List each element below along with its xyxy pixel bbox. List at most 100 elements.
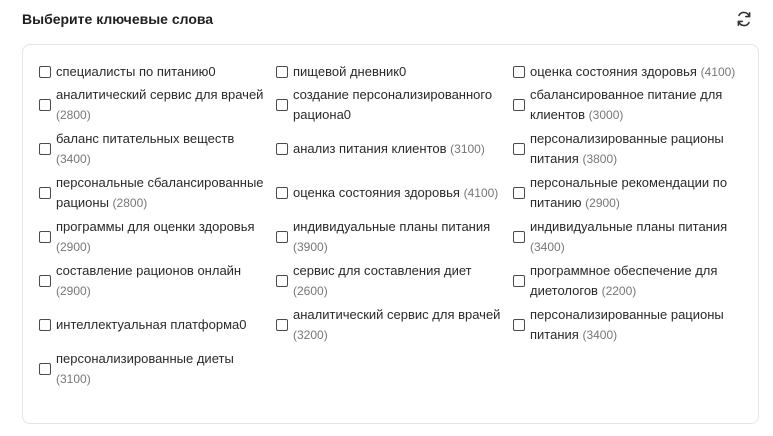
- keyword-count: (3400): [530, 240, 565, 254]
- keyword-label: интеллектуальная платформа0: [56, 315, 252, 335]
- keyword-label: сервис для составления диет (2600): [293, 261, 513, 301]
- keyword-checkbox-item[interactable]: аналитический сервис для врачей (2800): [39, 83, 276, 127]
- checkbox[interactable]: [513, 187, 525, 199]
- keyword-label: аналитический сервис для врачей (3200): [293, 305, 513, 345]
- keyword-text: персонализированные рационы питания: [530, 131, 724, 166]
- keyword-label: индивидуальные планы питания (3900): [293, 217, 513, 257]
- checkbox[interactable]: [513, 99, 525, 111]
- keywords-grid: специалисты по питанию0 пищевой дневник0 о…: [39, 61, 749, 391]
- keyword-checkbox-item[interactable]: индивидуальные планы питания (3900): [276, 215, 513, 259]
- keyword-count: (2900): [585, 196, 620, 210]
- checkbox[interactable]: [276, 187, 288, 199]
- keyword-text: оценка состояния здоровья: [293, 185, 460, 200]
- keyword-label: программное обеспечение для диетологов (…: [530, 261, 749, 301]
- keyword-label: персональные рекомендации по питанию (29…: [530, 173, 749, 213]
- keyword-text: аналитический сервис для врачей: [293, 307, 501, 322]
- keyword-count: (3100): [56, 372, 91, 386]
- page-title: Выберите ключевые слова: [22, 11, 214, 27]
- keyword-checkbox-item[interactable]: составление рационов онлайн (2900): [39, 259, 276, 303]
- keyword-checkbox-item[interactable]: программное обеспечение для диетологов (…: [513, 259, 749, 303]
- keyword-count: (2800): [112, 196, 148, 210]
- keyword-checkbox-item[interactable]: сервис для составления диет (2600): [276, 259, 513, 303]
- keyword-count: (2200): [601, 284, 637, 298]
- keyword-label: программы для оценки здоровья (2900): [56, 217, 276, 257]
- checkbox[interactable]: [276, 319, 288, 331]
- keyword-text: баланс питательных веществ: [56, 131, 235, 146]
- keyword-checkbox-item[interactable]: оценка состояния здоровья (4100): [276, 171, 513, 215]
- keyword-checkbox-item[interactable]: персональные сбалансированные рационы (2…: [39, 171, 276, 215]
- keyword-label: персонализированные рационы питания (380…: [530, 129, 749, 169]
- keyword-label: аналитический сервис для врачей (2800): [56, 85, 276, 125]
- keyword-count: (2800): [56, 108, 91, 122]
- keyword-label: пищевой дневник0: [293, 62, 412, 82]
- keyword-checkbox-item[interactable]: персонализированные диеты (3100): [39, 347, 276, 391]
- keyword-text: индивидуальные планы питания: [293, 219, 491, 234]
- keywords-panel: специалисты по питанию0 пищевой дневник0 о…: [22, 44, 759, 424]
- keyword-text: интеллектуальная платформа0: [56, 317, 247, 332]
- keyword-text: персонализированные диеты: [56, 351, 234, 366]
- keyword-label: оценка состояния здоровья (4100): [293, 183, 504, 203]
- keyword-checkbox-item[interactable]: баланс питательных веществ (3400): [39, 127, 276, 171]
- keyword-checkbox-item[interactable]: персональные рекомендации по питанию (29…: [513, 171, 749, 215]
- checkbox[interactable]: [39, 231, 51, 243]
- keyword-count: (3900): [293, 240, 328, 254]
- checkbox[interactable]: [513, 66, 525, 78]
- keyword-count: (2600): [293, 284, 328, 298]
- checkbox[interactable]: [276, 66, 288, 78]
- keyword-text: персонализированные рационы питания: [530, 307, 724, 342]
- checkbox[interactable]: [39, 99, 51, 111]
- keyword-checkbox-item[interactable]: анализ питания клиентов (3100): [276, 127, 513, 171]
- keyword-label: сбалансированное питание для клиентов (3…: [530, 85, 749, 125]
- keyword-checkbox-item[interactable]: аналитический сервис для врачей (3200): [276, 303, 513, 347]
- checkbox[interactable]: [513, 143, 525, 155]
- checkbox[interactable]: [276, 99, 288, 111]
- keyword-label: оценка состояния здоровья (4100): [530, 62, 741, 82]
- keyword-label: анализ питания клиентов (3100): [293, 139, 491, 159]
- checkbox[interactable]: [276, 231, 288, 243]
- checkbox[interactable]: [39, 363, 51, 375]
- keyword-checkbox-item[interactable]: создание персонализированного рациона0: [276, 83, 513, 127]
- keyword-checkbox-item[interactable]: персонализированные рационы питания (380…: [513, 127, 749, 171]
- keyword-text: анализ питания клиентов: [293, 141, 447, 156]
- checkbox[interactable]: [513, 275, 525, 287]
- keyword-checkbox-item[interactable]: программы для оценки здоровья (2900): [39, 215, 276, 259]
- keyword-checkbox-item[interactable]: интеллектуальная платформа0: [39, 303, 276, 347]
- keyword-label: персонализированные диеты (3100): [56, 349, 276, 389]
- keyword-checkbox-item[interactable]: оценка состояния здоровья (4100): [513, 61, 749, 83]
- keyword-count: (3000): [588, 108, 624, 122]
- keyword-label: персональные сбалансированные рационы (2…: [56, 173, 276, 213]
- keyword-checkbox-item[interactable]: персонализированные рационы питания (340…: [513, 303, 749, 347]
- checkbox[interactable]: [39, 319, 51, 331]
- keyword-label: составление рационов онлайн (2900): [56, 261, 276, 301]
- keyword-text: программы для оценки здоровья: [56, 219, 255, 234]
- keyword-checkbox-item[interactable]: сбалансированное питание для клиентов (3…: [513, 83, 749, 127]
- checkbox[interactable]: [39, 187, 51, 199]
- keyword-checkbox-item[interactable]: специалисты по питанию0: [39, 61, 276, 83]
- checkbox[interactable]: [39, 275, 51, 287]
- keyword-label: баланс питательных веществ (3400): [56, 129, 276, 169]
- keyword-text: пищевой дневник0: [293, 64, 407, 79]
- keyword-count: (4100): [463, 186, 499, 200]
- keyword-count: (3800): [582, 152, 618, 166]
- keyword-label: персонализированные рационы питания (340…: [530, 305, 749, 345]
- checkbox[interactable]: [276, 275, 288, 287]
- keyword-text: создание персонализированного рациона0: [293, 87, 493, 122]
- keyword-count: (3100): [450, 142, 485, 156]
- checkbox[interactable]: [513, 319, 525, 331]
- keyword-text: индивидуальные планы питания: [530, 219, 728, 234]
- keyword-checkbox-item[interactable]: пищевой дневник0: [276, 61, 513, 83]
- keyword-count: (4100): [700, 65, 736, 79]
- keyword-text: персональные сбалансированные рационы: [56, 175, 264, 210]
- checkbox[interactable]: [276, 143, 288, 155]
- checkbox[interactable]: [39, 66, 51, 78]
- checkbox[interactable]: [513, 231, 525, 243]
- keyword-label: индивидуальные планы питания (3400): [530, 217, 749, 257]
- keyword-text: специалисты по питанию0: [56, 64, 216, 79]
- keyword-text: оценка состояния здоровья: [530, 64, 697, 79]
- keyword-checkbox-item[interactable]: индивидуальные планы питания (3400): [513, 215, 749, 259]
- checkbox[interactable]: [39, 143, 51, 155]
- keyword-text: аналитический сервис для врачей: [56, 87, 264, 102]
- keyword-count: (3200): [293, 328, 328, 342]
- keyword-text: персональные рекомендации по питанию: [530, 175, 728, 210]
- refresh-icon[interactable]: [734, 9, 754, 29]
